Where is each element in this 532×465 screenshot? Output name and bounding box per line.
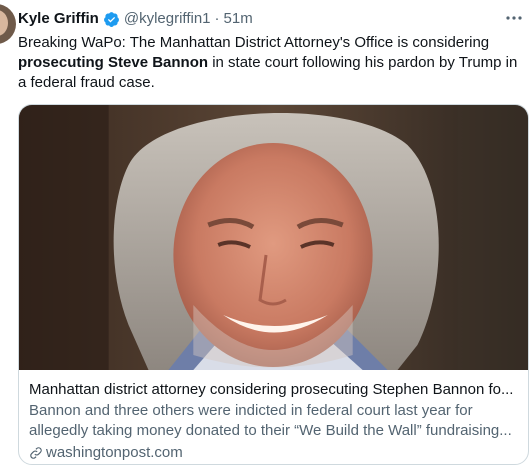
card-title[interactable]: Manhattan district attorney considering …: [29, 380, 519, 400]
card-description: Bannon and three others were indicted in…: [29, 402, 512, 439]
more-options-button[interactable]: [504, 9, 524, 27]
tweet-timestamp[interactable]: 51m: [224, 9, 253, 29]
tweet-text-bold: prosecuting Steve Bannon: [18, 54, 209, 71]
link-card[interactable]: Manhattan district attorney considering …: [18, 104, 529, 465]
avatar[interactable]: [0, 4, 16, 44]
card-domain-label: washingtonpost.com: [46, 444, 183, 461]
separator-dot: ·: [214, 10, 220, 27]
verified-badge-icon: [103, 11, 119, 27]
more-horizontal-icon: [506, 16, 522, 20]
card-domain[interactable]: washingtonpost.com: [29, 443, 183, 463]
tweet-header: Kyle Griffin @kylegriffin1 · 51m: [18, 9, 502, 29]
author-name[interactable]: Kyle Griffin: [18, 9, 99, 29]
link-icon: [30, 447, 42, 459]
tweet-text: Breaking WaPo: The Manhattan District At…: [18, 33, 526, 93]
card-image: [19, 105, 528, 370]
author-handle[interactable]: @kylegriffin1: [124, 9, 211, 29]
tweet-text-part1: Breaking WaPo: The Manhattan District At…: [18, 34, 490, 51]
